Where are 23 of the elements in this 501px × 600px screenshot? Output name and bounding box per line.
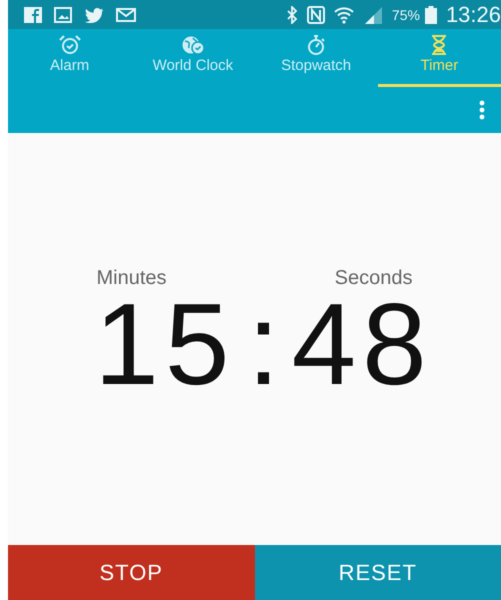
bluetooth-icon	[286, 6, 298, 24]
more-options-button[interactable]	[477, 99, 487, 121]
globe-clock-icon	[180, 35, 205, 55]
stopwatch-icon	[306, 35, 326, 55]
battery-percent: 75%	[392, 6, 420, 22]
stop-button[interactable]: STOP	[8, 545, 254, 600]
tab[interactable]: Timer	[378, 29, 501, 87]
image-icon	[54, 6, 72, 22]
bird-icon	[84, 6, 104, 22]
tab[interactable]: Stopwatch	[254, 29, 378, 87]
time-separator: :	[247, 286, 280, 402]
tab[interactable]: Alarm	[8, 29, 132, 87]
mail-icon	[116, 8, 136, 22]
facebook-icon	[24, 6, 42, 22]
hourglass-icon	[430, 35, 448, 55]
nfc-icon	[306, 6, 325, 24]
alarm-clock-icon	[58, 35, 81, 55]
signal-icon	[362, 6, 383, 24]
tab[interactable]: World Clock	[131, 29, 254, 87]
battery-icon	[424, 6, 437, 24]
clock-time: 13:26	[446, 2, 501, 28]
reset-button[interactable]: RESET	[254, 545, 501, 600]
wifi-icon	[334, 6, 354, 24]
